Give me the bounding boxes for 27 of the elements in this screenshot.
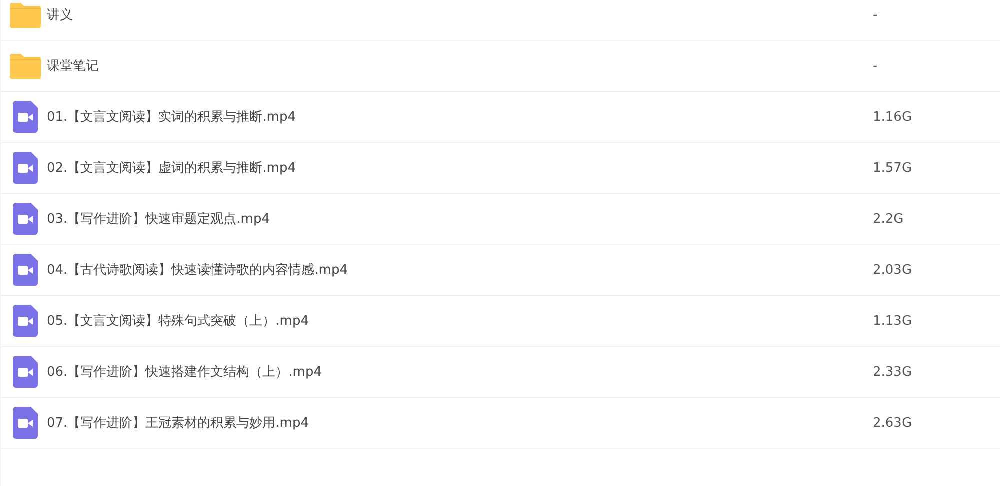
file-name[interactable]: 06.【写作进阶】快速搭建作文结构（上）.mp4	[47, 363, 873, 381]
file-size: 1.57G	[873, 160, 914, 176]
file-size: 2.2G	[873, 212, 905, 226]
folder-icon	[10, 2, 40, 28]
file-name[interactable]: 01.【文言文阅读】实词的积累与推断.mp4	[47, 108, 873, 126]
video-file-icon	[12, 203, 38, 235]
file-name[interactable]: 05.【文言文阅读】特殊句式突破（上）.mp4	[47, 312, 873, 330]
video-file-icon	[12, 101, 38, 133]
file-name[interactable]: 03.【写作进阶】快速审题定观点.mp4	[47, 210, 873, 228]
video-file-icon	[12, 305, 38, 337]
file-size: -	[873, 58, 879, 74]
file-size: 2.33G	[873, 364, 914, 380]
file-name[interactable]: 02.【文言文阅读】虚词的积累与推断.mp4	[47, 159, 873, 177]
video-file-icon	[12, 407, 38, 439]
file-size: 2.63G	[873, 416, 914, 430]
file-size: -	[873, 8, 879, 22]
folder-icon	[10, 54, 40, 78]
file-name[interactable]: 07.【写作进阶】王冠素材的积累与妙用.mp4	[47, 414, 873, 432]
file-name[interactable]: 讲义	[47, 6, 873, 24]
video-file-icon	[12, 254, 38, 286]
file-size: 1.16G	[873, 110, 914, 124]
file-size: 1.13G	[873, 314, 914, 328]
file-name[interactable]: 04.【古代诗歌阅读】快速读懂诗歌的内容情感.mp4	[47, 261, 873, 279]
file-name[interactable]: 课堂笔记	[47, 57, 873, 75]
video-file-icon	[12, 356, 38, 388]
file-size: 2.03G	[873, 262, 914, 278]
video-file-icon	[12, 152, 38, 184]
